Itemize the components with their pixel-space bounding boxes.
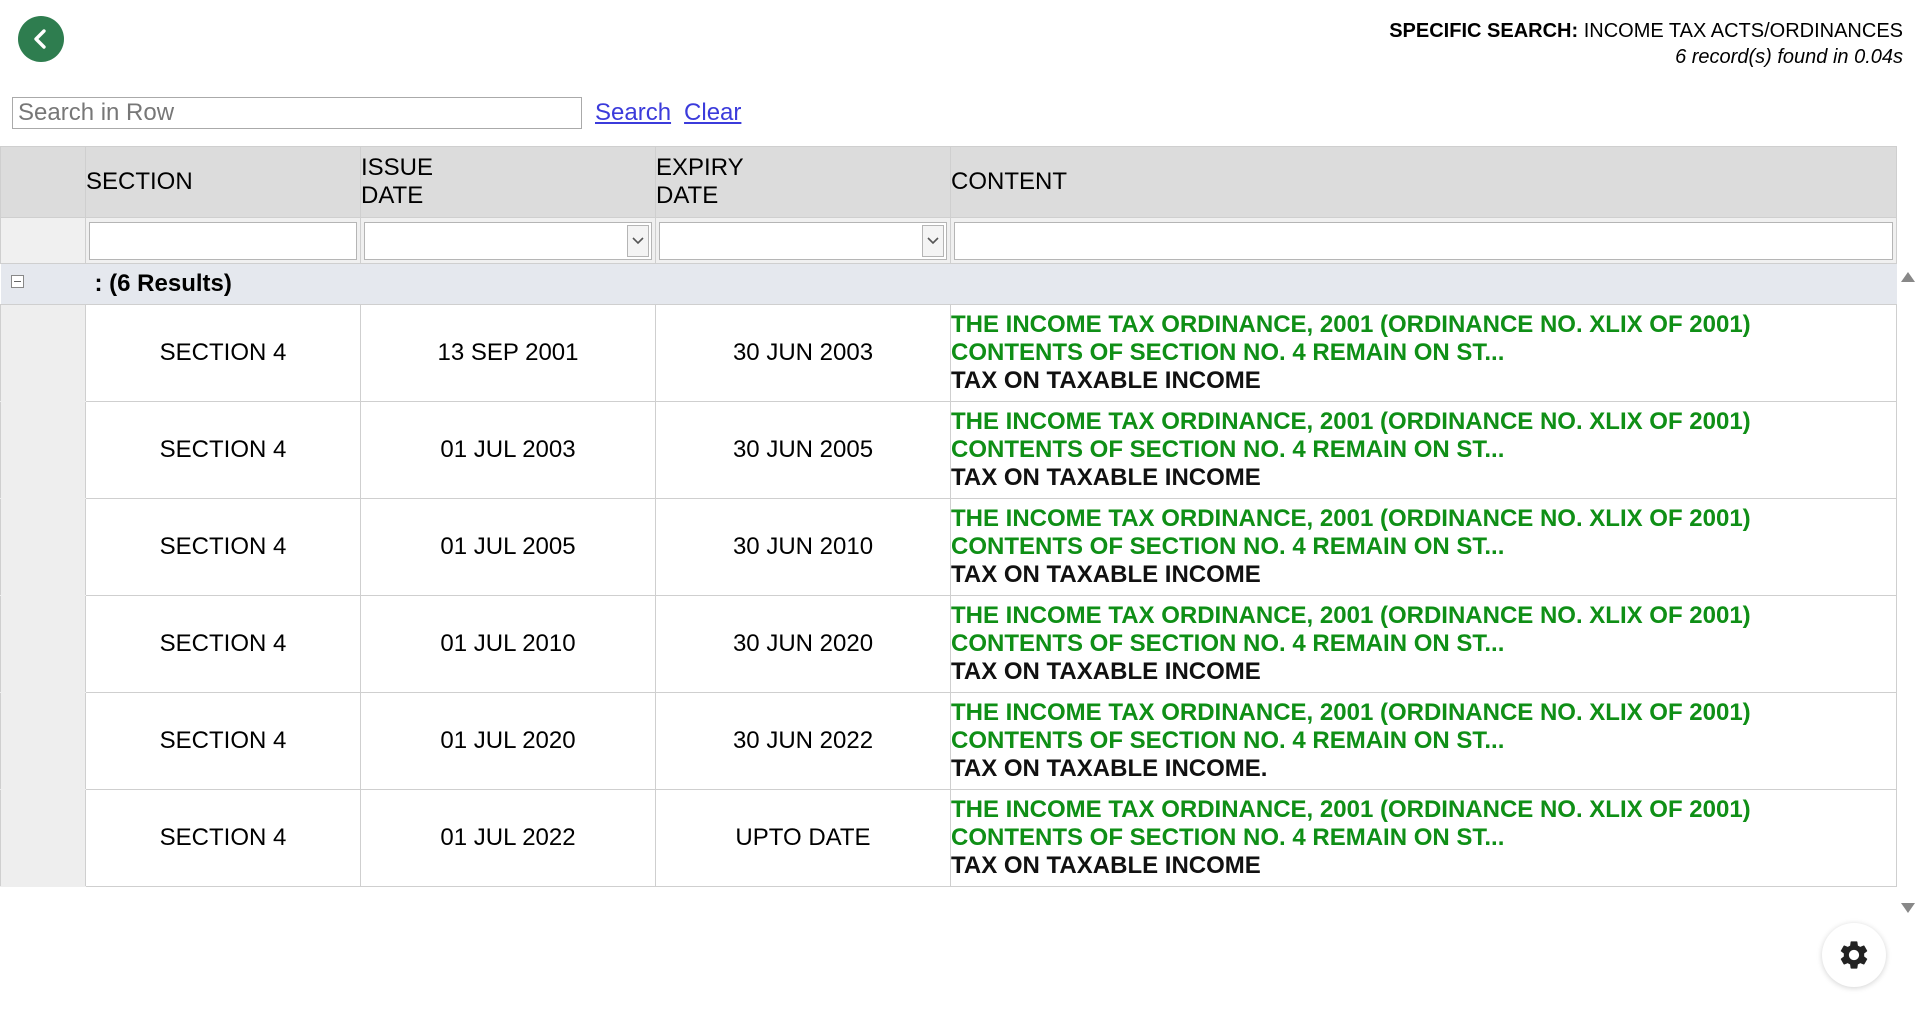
search-link[interactable]: Search	[595, 99, 671, 127]
collapse-group-icon[interactable]	[11, 275, 24, 288]
filter-row	[0, 217, 1897, 264]
specific-search-label: SPECIFIC SEARCH:	[1389, 20, 1579, 42]
table-row[interactable]: SECTION 4 13 SEP 2001 30 JUN 2003 THE IN…	[0, 304, 1897, 402]
content-heading: TAX ON TAXABLE INCOME	[951, 852, 1261, 879]
cell-expiry-date: 30 JUN 2010	[655, 498, 951, 596]
chevron-down-icon	[927, 236, 939, 244]
content-filter-input[interactable]	[954, 221, 1893, 260]
cell-section: SECTION 4	[85, 498, 361, 596]
cell-issue-date: 01 JUL 2003	[360, 401, 656, 499]
search-in-row-input[interactable]	[12, 97, 582, 129]
cell-content[interactable]: THE INCOME TAX ORDINANCE, 2001 (ORDINANC…	[950, 789, 1897, 887]
content-heading: TAX ON TAXABLE INCOME.	[951, 755, 1268, 782]
cell-expiry-date: 30 JUN 2022	[655, 692, 951, 790]
content-title: THE INCOME TAX ORDINANCE, 2001 (ORDINANC…	[951, 311, 1751, 338]
issue-date-filter[interactable]	[364, 221, 652, 260]
content-title: THE INCOME TAX ORDINANCE, 2001 (ORDINANC…	[951, 699, 1751, 726]
record-count: 6 record(s) found in 0.04s	[1675, 46, 1903, 68]
content-title: THE INCOME TAX ORDINANCE, 2001 (ORDINANC…	[951, 602, 1751, 629]
table-row[interactable]: SECTION 4 01 JUL 2010 30 JUN 2020 THE IN…	[0, 595, 1897, 693]
cell-expiry-date: UPTO DATE	[655, 789, 951, 887]
row-gutter	[0, 401, 86, 499]
back-button[interactable]	[18, 16, 64, 62]
gear-icon	[1840, 941, 1868, 969]
content-note: CONTENTS OF SECTION NO. 4 REMAIN ON ST..…	[951, 339, 1505, 366]
settings-button[interactable]	[1822, 923, 1886, 987]
issue-date-dropdown-button[interactable]	[627, 224, 649, 257]
expiry-date-dropdown-button[interactable]	[922, 224, 944, 257]
cell-section: SECTION 4	[85, 789, 361, 887]
chevron-down-icon	[632, 236, 644, 244]
table-row[interactable]: SECTION 4 01 JUL 2005 30 JUN 2010 THE IN…	[0, 498, 1897, 596]
content-title: THE INCOME TAX ORDINANCE, 2001 (ORDINANC…	[951, 408, 1751, 435]
content-title: THE INCOME TAX ORDINANCE, 2001 (ORDINANC…	[951, 796, 1751, 823]
clear-link[interactable]: Clear	[684, 99, 741, 127]
cell-expiry-date: 30 JUN 2003	[655, 304, 951, 402]
content-heading: TAX ON TAXABLE INCOME	[951, 367, 1261, 394]
cell-section: SECTION 4	[85, 595, 361, 693]
cell-expiry-date: 30 JUN 2020	[655, 595, 951, 693]
cell-issue-date: 01 JUL 2005	[360, 498, 656, 596]
cell-expiry-date: 30 JUN 2005	[655, 401, 951, 499]
row-gutter	[0, 304, 86, 402]
cell-content[interactable]: THE INCOME TAX ORDINANCE, 2001 (ORDINANC…	[950, 304, 1897, 402]
cell-section: SECTION 4	[85, 692, 361, 790]
cell-issue-date: 13 SEP 2001	[360, 304, 656, 402]
column-header-expiry-date[interactable]: EXPIRY DATE	[655, 146, 951, 218]
content-note: CONTENTS OF SECTION NO. 4 REMAIN ON ST..…	[951, 630, 1505, 657]
group-gutter-header	[0, 146, 86, 218]
content-note: CONTENTS OF SECTION NO. 4 REMAIN ON ST..…	[951, 727, 1505, 754]
cell-content[interactable]: THE INCOME TAX ORDINANCE, 2001 (ORDINANC…	[950, 595, 1897, 693]
results-grid: SECTION ISSUE DATE EXPIRY DATE CONTENT:…	[0, 146, 1897, 887]
cell-content[interactable]: THE INCOME TAX ORDINANCE, 2001 (ORDINANC…	[950, 498, 1897, 596]
cell-issue-date: 01 JUL 2020	[360, 692, 656, 790]
cell-issue-date: 01 JUL 2010	[360, 595, 656, 693]
cell-content[interactable]: THE INCOME TAX ORDINANCE, 2001 (ORDINANC…	[950, 692, 1897, 790]
scroll-down-arrow-icon[interactable]	[1901, 903, 1915, 913]
cell-content[interactable]: THE INCOME TAX ORDINANCE, 2001 (ORDINANC…	[950, 401, 1897, 499]
filter-gutter	[0, 217, 86, 264]
group-header-row[interactable]: : (6 Results)	[0, 263, 1897, 305]
group-results-label: : (6 Results)	[94, 270, 232, 297]
section-filter-input[interactable]	[89, 221, 357, 260]
row-gutter	[0, 692, 86, 790]
content-note: CONTENTS OF SECTION NO. 4 REMAIN ON ST..…	[951, 436, 1505, 463]
table-row[interactable]: SECTION 4 01 JUL 2022 UPTO DATE THE INCO…	[0, 789, 1897, 887]
content-heading: TAX ON TAXABLE INCOME	[951, 561, 1261, 588]
content-note: CONTENTS OF SECTION NO. 4 REMAIN ON ST..…	[951, 533, 1505, 560]
chevron-left-icon	[34, 29, 46, 49]
scroll-up-arrow-icon[interactable]	[1901, 272, 1915, 282]
column-header-content[interactable]: CONTENT	[950, 146, 1897, 218]
content-title: THE INCOME TAX ORDINANCE, 2001 (ORDINANC…	[951, 505, 1751, 532]
search-summary: SPECIFIC SEARCH: INCOME TAX ACTS/ORDINAN…	[1389, 18, 1903, 70]
content-heading: TAX ON TAXABLE INCOME	[951, 464, 1261, 491]
content-note: CONTENTS OF SECTION NO. 4 REMAIN ON ST..…	[951, 824, 1505, 851]
cell-section: SECTION 4	[85, 401, 361, 499]
row-gutter	[0, 789, 86, 887]
row-search-bar: Search Clear	[12, 97, 741, 129]
row-gutter	[0, 595, 86, 693]
column-header-issue-date[interactable]: ISSUE DATE	[360, 146, 656, 218]
column-header-section[interactable]: SECTION	[85, 146, 361, 218]
content-heading: TAX ON TAXABLE INCOME	[951, 658, 1261, 685]
table-row[interactable]: SECTION 4 01 JUL 2003 30 JUN 2005 THE IN…	[0, 401, 1897, 499]
expiry-date-filter[interactable]	[659, 221, 947, 260]
row-gutter	[0, 498, 86, 596]
cell-section: SECTION 4	[85, 304, 361, 402]
cell-issue-date: 01 JUL 2022	[360, 789, 656, 887]
table-row[interactable]: SECTION 4 01 JUL 2020 30 JUN 2022 THE IN…	[0, 692, 1897, 790]
specific-search-value: INCOME TAX ACTS/ORDINANCES	[1583, 20, 1903, 42]
